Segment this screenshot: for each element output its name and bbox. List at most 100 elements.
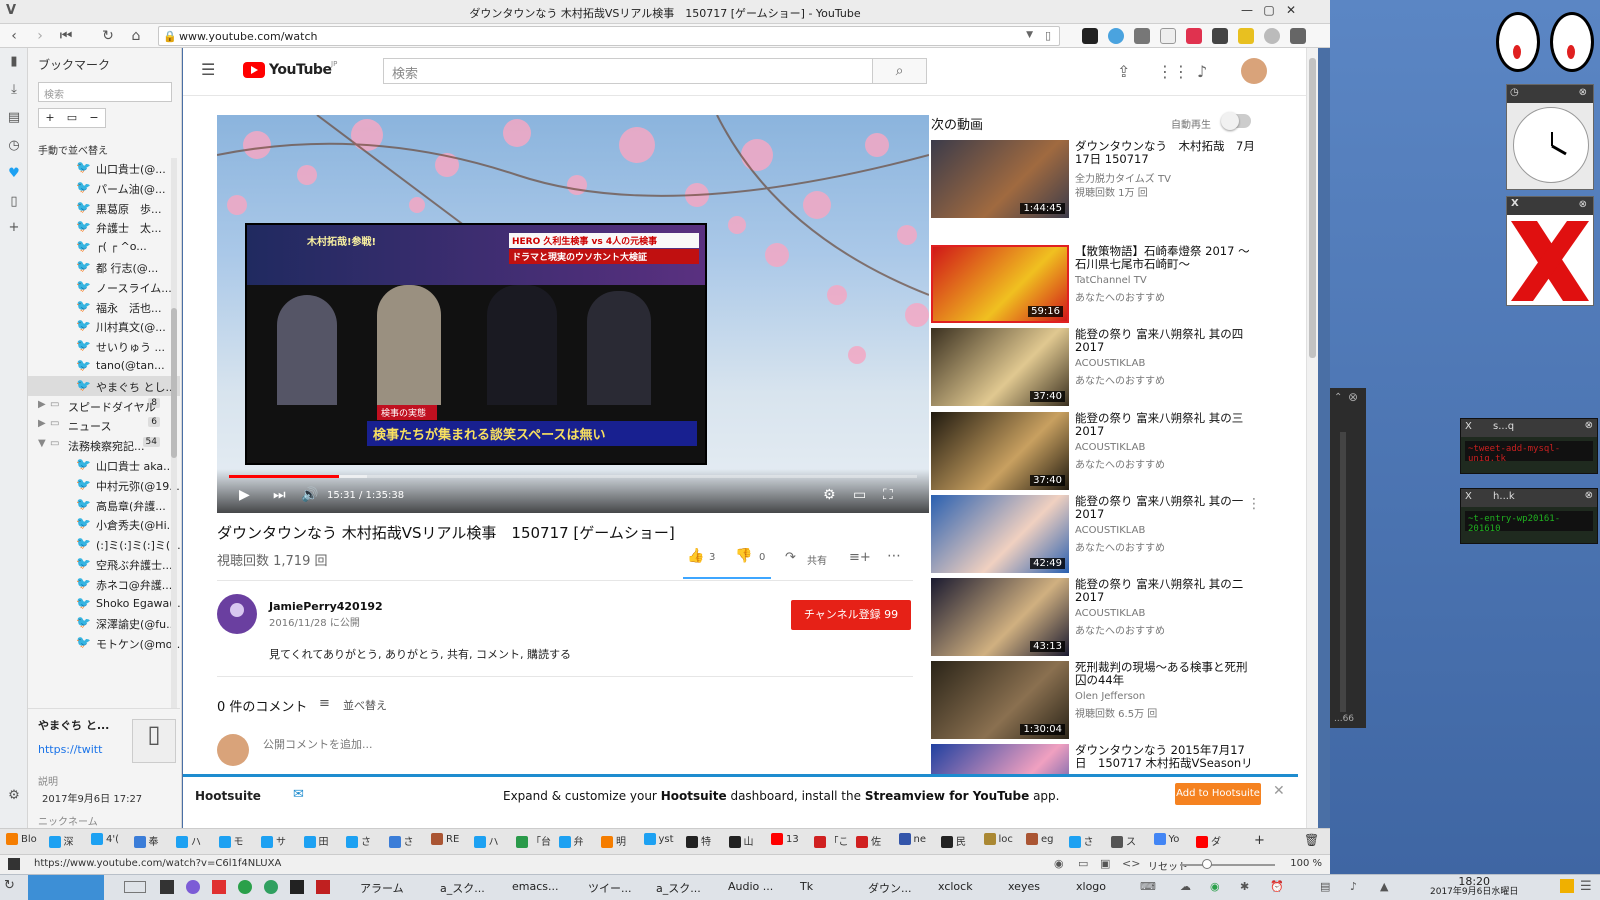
chevron-down-icon[interactable]: ▼ <box>1026 30 1033 40</box>
bookmark-item[interactable]: 🐦 福永 活也... <box>28 297 180 317</box>
minimize-button[interactable]: — <box>1238 3 1256 21</box>
related-video-item[interactable]: 43:13 能登の祭り 富来八朔祭礼 其の二 2017 ACOUSTIKLAB あなた… <box>931 578 1311 656</box>
youtube-logo-icon[interactable] <box>243 62 265 78</box>
vivaldi-launcher-icon[interactable] <box>212 880 226 894</box>
code-icon[interactable]: <> <box>1122 857 1140 870</box>
terminal-panel[interactable]: ⌃ ⊗ ...66 <box>1330 388 1366 728</box>
keyboard-icon[interactable]: ⌨ <box>1140 880 1156 893</box>
video-thumbnail[interactable]: 42:49 <box>931 495 1069 573</box>
tk-window-1[interactable]: X s...q ⊗ ~tweet-add-mysql-uniq.tk <box>1460 418 1598 474</box>
browser-tab[interactable]: 4'( <box>91 833 119 851</box>
youtube-search-input[interactable]: 検索 <box>383 58 873 84</box>
bookmark-item[interactable]: 🐦 小倉秀夫(@Hi... <box>28 514 180 534</box>
browser-tab[interactable]: 弁 <box>558 833 584 851</box>
address-bar[interactable]: 🔒 www.youtube.com/watch ▼ ▯ <box>158 26 1060 46</box>
related-video-item[interactable]: 59:16 【散策物語】石崎奉燈祭 2017 ～石川県七尾市石崎町～ TatChan… <box>931 245 1311 323</box>
related-video-title[interactable]: 能登の祭り 富来八朔祭礼 其の四 2017 <box>1075 328 1255 354</box>
related-video-title[interactable]: 死刑裁判の現場～ある検事と死刑囚の44年 <box>1075 661 1255 687</box>
close-icon[interactable]: ⊗ <box>1579 199 1587 210</box>
workspace-pager[interactable] <box>28 875 104 900</box>
browser-tab[interactable]: さ <box>346 833 371 851</box>
browser-tab[interactable]: 13 <box>771 833 799 851</box>
channel-name[interactable]: JamiePerry420192 <box>269 600 383 613</box>
browser-tab[interactable]: 「こ <box>813 833 849 851</box>
page-ext-icon[interactable] <box>1160 28 1176 44</box>
menu-icon[interactable]: ☰ <box>1580 879 1592 894</box>
console-launcher-icon[interactable] <box>290 880 304 894</box>
browser-tab[interactable]: モ <box>218 833 244 851</box>
browser-tab[interactable]: ダ <box>1196 833 1221 851</box>
download-icon[interactable]: ⤓ <box>6 82 22 98</box>
taskbar-item[interactable]: xeyes <box>1008 880 1040 893</box>
related-video-title[interactable]: ダウンタウンなう 2015年7月17日 150717 木村拓哉VSeasonリ <box>1075 744 1255 770</box>
channel-avatar[interactable] <box>217 594 257 634</box>
browser-tab[interactable]: さ <box>388 833 414 851</box>
video-thumbnail[interactable]: 43:13 <box>931 578 1069 656</box>
bookmark-folder[interactable]: ▼ ▭ 54 法務検察宛記... <box>28 435 180 455</box>
bookmark-item[interactable]: 🐦 パーム油(@... <box>28 178 180 198</box>
browser-tab[interactable]: ス <box>1111 833 1136 851</box>
chevron-up-icon[interactable]: ⌃ <box>1334 392 1342 403</box>
related-video-item[interactable]: 1:30:04 死刑裁判の現場～ある検事と死刑囚の44年 Olen Jefferso… <box>931 661 1311 739</box>
next-icon[interactable]: ⏭ <box>273 487 286 503</box>
close-icon[interactable]: ⊗ <box>1585 420 1593 431</box>
bluetooth-icon[interactable]: ✱ <box>1240 880 1249 893</box>
terminal-launcher-icon[interactable] <box>160 880 174 894</box>
bookmark-item[interactable]: 🐦 赤ネコ@弁護... <box>28 574 180 594</box>
close-icon[interactable]: ⊗ <box>1585 490 1593 501</box>
bookmark-item[interactable]: 🐦 都 行志(@... <box>28 257 180 277</box>
image-icon[interactable]: ▣ <box>1100 857 1110 870</box>
taskbar-item[interactable]: xclock <box>938 880 973 893</box>
add-comment-input[interactable]: 公開コメントを追加... <box>263 736 373 752</box>
upload-icon[interactable]: ⇪ <box>1117 62 1130 81</box>
search-icon[interactable]: ⌕ <box>873 58 927 84</box>
youtube-logo-text[interactable]: YouTube <box>269 62 332 78</box>
volume-icon[interactable]: 🔊 <box>301 487 318 503</box>
related-video-title[interactable]: 能登の祭り 富来八朔祭礼 其の三 2017 <box>1075 412 1255 438</box>
browser-tab[interactable]: 佐 <box>856 833 881 851</box>
browser-tab[interactable]: Yo <box>1153 833 1179 851</box>
volume-tray-icon[interactable]: ♪ <box>1350 880 1357 893</box>
feed-ext-icon[interactable] <box>1212 28 1228 44</box>
bookmark-item[interactable]: 🐦 弁護士 太... <box>28 217 180 237</box>
xlogo-window[interactable]: X ⊗ <box>1506 196 1594 306</box>
bookmark-item[interactable]: 🐦 黒葛原 歩... <box>28 198 180 218</box>
maximize-button[interactable]: ▢ <box>1260 3 1278 21</box>
browser-tab[interactable]: Blo <box>6 833 37 851</box>
related-video-item[interactable]: 1:44:45 ダウンタウンなう 木村拓哉 7月17日 150717 全力脱力タイム… <box>931 140 1311 218</box>
browser-tab[interactable]: 民 <box>941 833 966 851</box>
mail-ext-icon[interactable] <box>1238 28 1254 44</box>
browser-tab[interactable]: さ <box>1068 833 1094 851</box>
taskbar-clock[interactable]: 18:20 2017年9月6日水曜日 <box>1430 876 1518 898</box>
taskbar-item[interactable]: Tk <box>800 880 813 893</box>
taskbar-item[interactable]: ツイー... <box>588 880 632 896</box>
video-thumbnail[interactable]: 37:40 <box>931 328 1069 406</box>
bookmark-item[interactable]: 🐦 川村真文(@... <box>28 316 180 336</box>
chevron-right-icon[interactable]: ▶ <box>38 399 46 410</box>
bookmark-item[interactable]: 🐦 (:]ミ(:]ミ(:]ミ(... <box>28 534 180 554</box>
taskbar-item[interactable]: xlogo <box>1076 880 1106 893</box>
hamburger-menu-icon[interactable]: ☰ <box>201 60 215 79</box>
autoplay-toggle[interactable] <box>1221 112 1251 130</box>
video-thumbnail[interactable]: 1:44:45 <box>931 140 1069 218</box>
add-bookmark-button[interactable]: + <box>39 109 61 127</box>
sort-icon[interactable]: ≡ <box>319 696 330 711</box>
close-icon[interactable]: ⊗ <box>1348 390 1358 404</box>
bookmark-page-icon[interactable]: ▯ <box>1045 29 1051 42</box>
browser-tab[interactable]: 山 <box>728 833 754 851</box>
bookmark-item[interactable]: 🐦 ノースライム... <box>28 277 180 297</box>
twitter-icon[interactable]: ♥ <box>6 166 22 182</box>
bookmark-item[interactable]: 🐦 せいりゅう ... <box>28 336 180 356</box>
add-icon[interactable]: + <box>6 220 22 236</box>
back-icon[interactable]: ‹ <box>4 26 24 46</box>
bookmark-item[interactable]: 🐦 tano(@tan... <box>28 356 180 376</box>
cloud-icon[interactable]: ☁ <box>1180 880 1191 893</box>
account-avatar[interactable] <box>1241 58 1267 84</box>
bookmark-item[interactable]: 🐦 高島章(弁護... <box>28 495 180 515</box>
emacs-launcher-icon[interactable] <box>186 880 200 894</box>
chevron-right-icon[interactable]: ▶ <box>38 418 46 429</box>
bookmark-detail-url[interactable]: https://twitt <box>38 743 102 756</box>
like-icon[interactable]: 👍 <box>687 548 704 564</box>
settings-icon[interactable]: ⚙ <box>6 788 22 804</box>
panel-toggle-icon[interactable] <box>8 858 20 870</box>
